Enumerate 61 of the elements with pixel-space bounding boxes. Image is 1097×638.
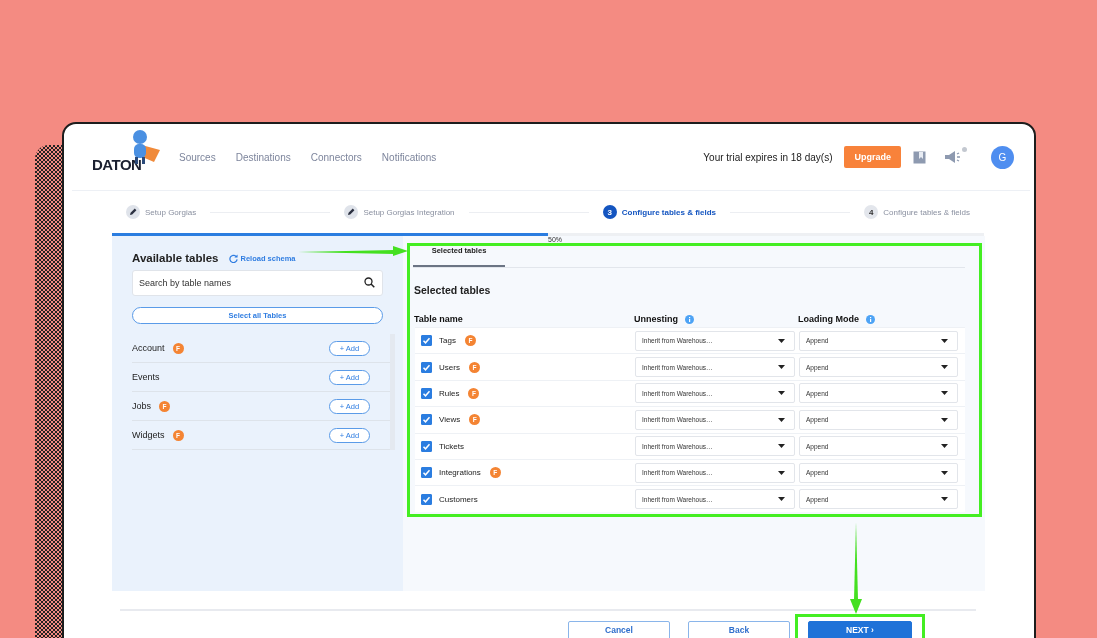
step-number: 4 — [864, 205, 879, 219]
book-icon[interactable] — [913, 150, 926, 164]
search-icon — [364, 277, 375, 288]
table-name: Integrations — [439, 468, 481, 478]
step-label[interactable]: Configure tables & fields — [621, 207, 717, 217]
refresh-icon — [228, 253, 238, 263]
caret-icon — [778, 365, 785, 370]
nav-link[interactable]: Notifications — [381, 151, 437, 163]
caret-icon — [778, 444, 785, 449]
caret-icon — [941, 417, 948, 422]
table-name: Widgets — [132, 430, 165, 440]
nav-link[interactable]: Destinations — [235, 151, 291, 163]
table-name: Rules — [439, 388, 460, 398]
table-name: Jobs — [132, 401, 151, 411]
caret-icon — [941, 444, 948, 449]
caret-icon — [941, 338, 948, 343]
footer-button[interactable]: Cancel — [568, 621, 670, 638]
checkbox[interactable] — [421, 440, 432, 452]
checkbox[interactable] — [421, 414, 432, 426]
table-name: Tags — [439, 336, 456, 346]
checkbox[interactable] — [421, 387, 432, 399]
step-label[interactable]: Setup Gorgias Integration — [363, 207, 455, 217]
caret-icon — [778, 417, 785, 422]
step-label[interactable]: Configure tables & fields — [883, 207, 970, 217]
caret-icon — [778, 470, 785, 475]
trial-notice: Your trial expires in 18 day(s) — [703, 151, 833, 163]
checkbox[interactable] — [421, 493, 432, 505]
caret-icon — [941, 470, 948, 475]
nav-link[interactable]: Sources — [179, 151, 216, 163]
step-number: 3 — [602, 205, 617, 219]
pencil-icon — [126, 205, 140, 219]
search-field[interactable]: Search by table names — [132, 270, 383, 296]
avatar[interactable]: G — [991, 145, 1014, 169]
table-name: Tickets — [439, 441, 465, 451]
table-name: Users — [439, 362, 460, 372]
caret-icon — [941, 391, 948, 396]
nav-link[interactable]: Connectors — [310, 151, 362, 163]
checkbox[interactable] — [421, 335, 432, 347]
table-name: Views — [439, 415, 461, 425]
column-header: Table name — [414, 314, 463, 324]
caret-icon — [941, 365, 948, 370]
info-icon[interactable] — [866, 314, 875, 324]
checkbox[interactable] — [421, 467, 432, 479]
section-title: Selected tables — [414, 284, 492, 296]
info-icon[interactable] — [685, 314, 694, 324]
column-header: Loading Mode — [798, 314, 859, 324]
panel-title: Available tables — [132, 252, 219, 264]
footer-button[interactable]: Back — [688, 621, 790, 638]
logo-text: DATON — [92, 155, 142, 173]
column-header: Unnesting — [634, 314, 678, 324]
caret-icon — [778, 338, 785, 343]
footer-button[interactable]: NEXT › — [808, 621, 912, 638]
caret-icon — [778, 497, 785, 502]
caret-icon — [941, 497, 948, 502]
table-name: Account — [132, 343, 165, 353]
step-label[interactable]: Setup Gorgias — [145, 207, 197, 217]
table-name: Customers — [439, 494, 478, 504]
table-name: Events — [132, 372, 160, 382]
pencil-icon — [344, 205, 359, 219]
caret-icon — [778, 391, 785, 396]
checkbox[interactable] — [421, 361, 432, 373]
